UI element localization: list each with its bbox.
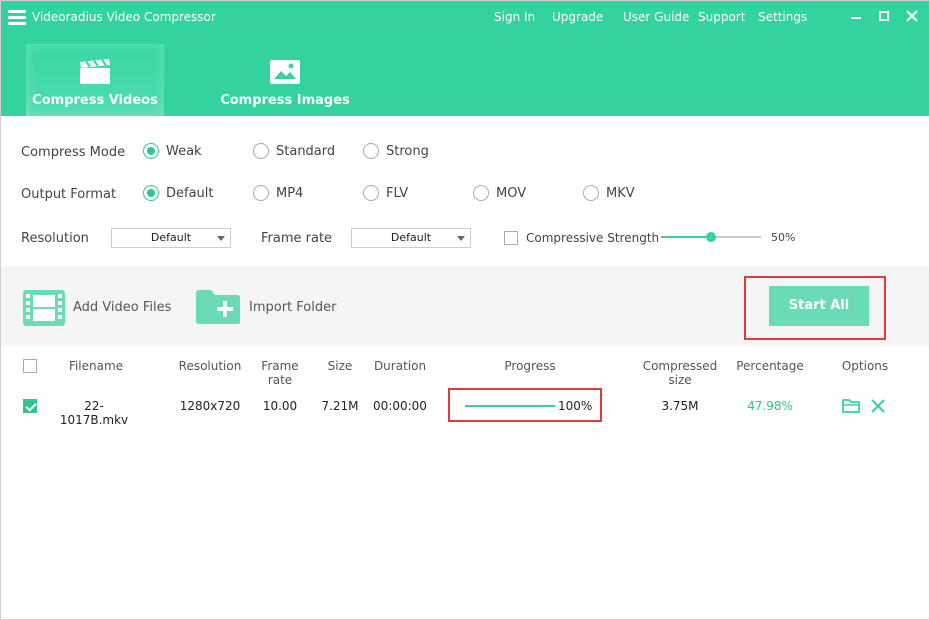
radio-weak[interactable] — [143, 143, 159, 159]
row-percentage: 47.98% — [747, 399, 793, 413]
strength-slider-thumb[interactable] — [706, 232, 716, 242]
app-logo-icon — [8, 10, 26, 26]
tab-label: Compress Videos — [32, 93, 158, 108]
radio-mp4-label: MP4 — [276, 186, 304, 201]
radio-default-label: Default — [166, 186, 214, 201]
clapperboard-icon — [80, 59, 110, 84]
sign-in-link[interactable]: Sign In — [494, 10, 535, 24]
film-strip-icon[interactable] — [22, 289, 66, 327]
radio-mkv-label: MKV — [606, 186, 635, 201]
column-header-filename[interactable]: Filename — [56, 359, 136, 373]
tab-compress-images[interactable]: Compress Images — [216, 44, 354, 116]
resolution-select-value: Default — [150, 231, 192, 244]
output-format-label: Output Format — [21, 187, 117, 202]
column-header-percentage[interactable]: Percentage — [732, 359, 808, 373]
column-header-resolution[interactable]: Resolution — [175, 359, 245, 373]
settings-link[interactable]: Settings — [758, 10, 807, 24]
select-all-checkbox[interactable] — [23, 359, 37, 373]
column-header-progress[interactable]: Progress — [490, 359, 570, 373]
remove-x-icon[interactable] — [871, 399, 885, 413]
import-folder-button[interactable]: Import Folder — [249, 300, 336, 315]
strength-value: 50% — [771, 231, 796, 244]
compressive-strength-label: Compressive Strength — [526, 231, 660, 245]
radio-flv[interactable] — [363, 185, 379, 201]
frame-rate-label: Frame rate — [261, 231, 333, 246]
radio-strong[interactable] — [363, 143, 379, 159]
column-header-size[interactable]: Size — [320, 359, 360, 373]
maximize-button[interactable] — [876, 8, 892, 24]
compressive-strength-checkbox[interactable] — [504, 231, 518, 245]
add-video-files-button[interactable]: Add Video Files — [73, 300, 171, 315]
column-header-duration[interactable]: Duration — [370, 359, 430, 373]
strength-slider[interactable] — [661, 232, 761, 242]
progress-highlight — [448, 388, 602, 422]
radio-mov[interactable] — [473, 185, 489, 201]
column-header-options: Options — [841, 359, 889, 373]
row-checkbox[interactable] — [23, 399, 37, 413]
radio-weak-label: Weak — [166, 144, 202, 159]
tab-label: Compress Images — [220, 93, 350, 108]
radio-mkv[interactable] — [583, 185, 599, 201]
row-frame-rate: 10.00 — [262, 399, 298, 413]
radio-mov-label: MOV — [496, 186, 527, 201]
frame-rate-select-value: Default — [390, 231, 432, 244]
radio-mp4[interactable] — [253, 185, 269, 201]
radio-flv-label: FLV — [386, 186, 409, 201]
strength-slider-fill — [661, 236, 711, 238]
upgrade-link[interactable]: Upgrade — [552, 10, 603, 24]
open-folder-icon[interactable] — [842, 398, 860, 413]
radio-default[interactable] — [143, 185, 159, 201]
folder-add-icon[interactable] — [195, 289, 241, 325]
compress-mode-label: Compress Mode — [21, 145, 126, 160]
row-duration: 00:00:00 — [373, 399, 427, 413]
radio-standard[interactable] — [253, 143, 269, 159]
row-filename: 22-1017B.mkv — [59, 399, 129, 427]
app-title: Videoradius Video Compressor — [32, 10, 216, 24]
radio-strong-label: Strong — [386, 144, 429, 159]
tab-compress-videos[interactable]: Compress Videos — [26, 44, 164, 116]
image-icon — [270, 60, 300, 84]
support-link[interactable]: Support — [698, 10, 745, 24]
frame-rate-select[interactable]: Default — [351, 228, 471, 248]
chevron-down-icon — [217, 236, 225, 241]
resolution-label: Resolution — [21, 231, 89, 246]
row-size: 7.21M — [321, 399, 359, 413]
resolution-select[interactable]: Default — [111, 228, 231, 248]
close-button[interactable] — [904, 8, 920, 24]
column-header-frame-rate[interactable]: Frame rate — [248, 359, 312, 387]
title-bar: Videoradius Video Compressor Sign In Upg… — [0, 0, 930, 116]
chevron-down-icon — [457, 236, 465, 241]
radio-standard-label: Standard — [276, 144, 336, 159]
start-all-highlight — [744, 276, 886, 340]
row-resolution: 1280x720 — [179, 399, 241, 413]
user-guide-link[interactable]: User Guide — [623, 10, 689, 24]
row-compressed-size: 3.75M — [661, 399, 699, 413]
minimize-button[interactable] — [848, 8, 864, 24]
column-header-compressed-size[interactable]: Compressed size — [630, 359, 730, 387]
